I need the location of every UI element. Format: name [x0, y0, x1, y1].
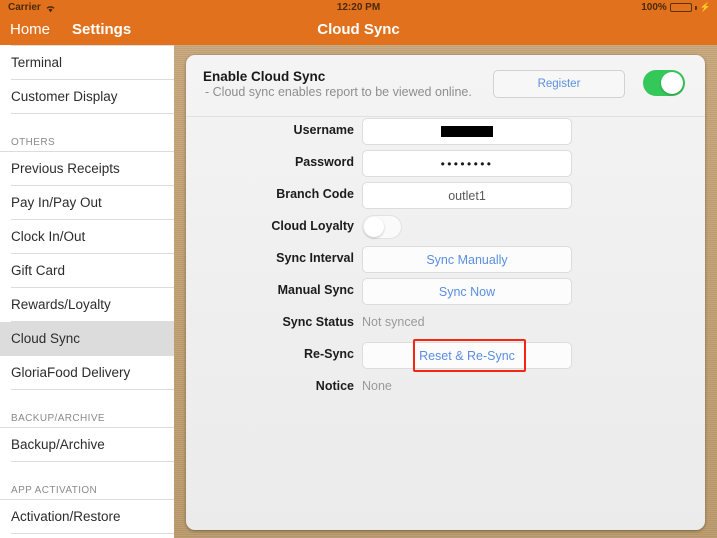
notice-value: None [362, 379, 392, 393]
form-row: Sync Interval Sync Manually [186, 244, 705, 276]
sidebar-item-label: Customer Display [11, 89, 118, 104]
field-label: Username [293, 123, 354, 137]
sidebar-group-gap [0, 462, 174, 475]
sidebar-item-label: Rewards/Loyalty [11, 297, 111, 312]
manual-sync-field-wrapper: Sync Now [362, 278, 572, 305]
password-dots: •••••••• [440, 156, 494, 171]
sidebar-item-cloud-sync[interactable]: Cloud Sync [0, 322, 174, 355]
sidebar-divider [11, 533, 174, 534]
app-root: Carrier 12:20 PM 100% ⚡ Home Settings Cl… [0, 0, 717, 538]
field-label: Password [294, 155, 354, 169]
sidebar-item-customer-display[interactable]: Customer Display [0, 80, 174, 113]
charging-bolt-icon: ⚡ [699, 2, 711, 12]
sidebar-item-gloriafood-delivery[interactable]: GloriaFood Delivery [0, 356, 174, 389]
sync-interval-field-wrapper: Sync Manually [362, 246, 572, 273]
username-field-wrapper [362, 118, 572, 145]
sidebar-item-backup-archive[interactable]: Backup/Archive [0, 428, 174, 461]
field-label: Cloud Loyalty [271, 219, 354, 233]
sync-status-value: Not synced [362, 315, 425, 329]
enable-cloud-sync-header: Enable Cloud Sync - Cloud sync enables r… [186, 55, 705, 116]
sidebar-item-label: Terminal [11, 55, 63, 70]
settings-card: Enable Cloud Sync - Cloud sync enables r… [186, 55, 705, 530]
sidebar-section-header: BACKUP/ARCHIVE [11, 413, 105, 424]
battery-cap-icon [694, 5, 697, 10]
field-label: Manual Sync [277, 283, 354, 297]
sidebar-group-gap [0, 390, 174, 403]
form-row: Password •••••••• [186, 148, 705, 180]
sidebar-item-clock-in-out[interactable]: Clock In/Out [0, 220, 174, 253]
sidebar-item-label: Backup/Archive [11, 437, 105, 452]
sidebar-item-terminal[interactable]: Terminal [0, 46, 174, 79]
manual-sync-button[interactable]: Sync Now [362, 278, 572, 305]
form-row: Cloud Loyalty [186, 212, 705, 244]
form-row: Branch Code outlet1 [186, 180, 705, 212]
sidebar-item-label: GloriaFood Delivery [11, 365, 131, 380]
field-label: Sync Status [282, 315, 354, 329]
form-row: Sync Status Not synced [186, 308, 705, 340]
sidebar-section-header: OTHERS [11, 137, 56, 148]
sidebar-group-gap [0, 114, 174, 127]
sync-interval-button[interactable]: Sync Manually [362, 246, 572, 273]
sidebar-item-label: Cloud Sync [11, 331, 81, 346]
sidebar-item-label: Activation/Restore [11, 509, 121, 524]
sidebar-item-gift-card[interactable]: Gift Card [0, 254, 174, 287]
page-title: Cloud Sync [317, 21, 400, 38]
register-button[interactable]: Register [493, 70, 625, 98]
toggle-knob [364, 217, 384, 237]
status-bar-time: 12:20 PM [336, 2, 381, 13]
main-panel: Enable Cloud Sync - Cloud sync enables r… [174, 45, 717, 538]
status-bar: Carrier 12:20 PM 100% ⚡ [0, 0, 717, 16]
sidebar-item-label: Gift Card [11, 263, 66, 278]
re-sync-button[interactable]: Reset & Re-Sync [362, 342, 572, 369]
sidebar-item-label: Pay In/Pay Out [11, 195, 102, 210]
field-label: Notice [315, 379, 354, 393]
sidebar-item-rewards-loyalty[interactable]: Rewards/Loyalty [0, 288, 174, 321]
field-label: Branch Code [276, 187, 354, 201]
password-input[interactable]: •••••••• [362, 150, 572, 177]
re-sync-field-wrapper: Reset & Re-Sync [362, 339, 572, 372]
nav-bar: Home Settings Cloud Sync [0, 16, 717, 45]
cloud-sync-form: Username Password •••••••• Branch Code outle… [186, 116, 705, 404]
battery-icon [669, 3, 692, 12]
form-row: Username [186, 116, 705, 148]
battery-percent-label: 100% [641, 2, 667, 13]
status-bar-right: 100% ⚡ [641, 2, 711, 13]
enable-cloud-sync-subtitle: - Cloud sync enables report to be viewed… [205, 85, 472, 99]
cloud-loyalty-toggle[interactable] [362, 215, 402, 239]
field-label: Sync Interval [276, 251, 354, 265]
branch-code-input[interactable]: outlet1 [362, 182, 572, 209]
form-row: Re-Sync Reset & Re-Sync [186, 339, 705, 372]
sidebar[interactable]: Terminal Customer Display OTHERS Previous R… [0, 45, 174, 538]
sidebar-item-label: Previous Receipts [11, 161, 120, 176]
enable-cloud-sync-toggle[interactable] [643, 70, 685, 96]
redaction-bar [441, 126, 493, 137]
sidebar-section-header: APP ACTIVATION [11, 485, 98, 496]
form-row: Manual Sync Sync Now [186, 276, 705, 308]
username-input[interactable] [362, 118, 572, 145]
sidebar-item-label: Clock In/Out [11, 229, 86, 244]
sidebar-item-activation-restore[interactable]: Activation/Restore [0, 500, 174, 533]
sidebar-item-previous-receipts[interactable]: Previous Receipts [0, 152, 174, 185]
enable-cloud-sync-title: Enable Cloud Sync [203, 69, 326, 84]
sidebar-item-pay-in-pay-out[interactable]: Pay In/Pay Out [0, 186, 174, 219]
field-label: Re-Sync [303, 347, 354, 361]
branch-code-field-wrapper: outlet1 [362, 182, 572, 209]
form-row: Notice None [186, 372, 705, 404]
password-field-wrapper: •••••••• [362, 150, 572, 177]
toggle-knob [661, 72, 683, 94]
